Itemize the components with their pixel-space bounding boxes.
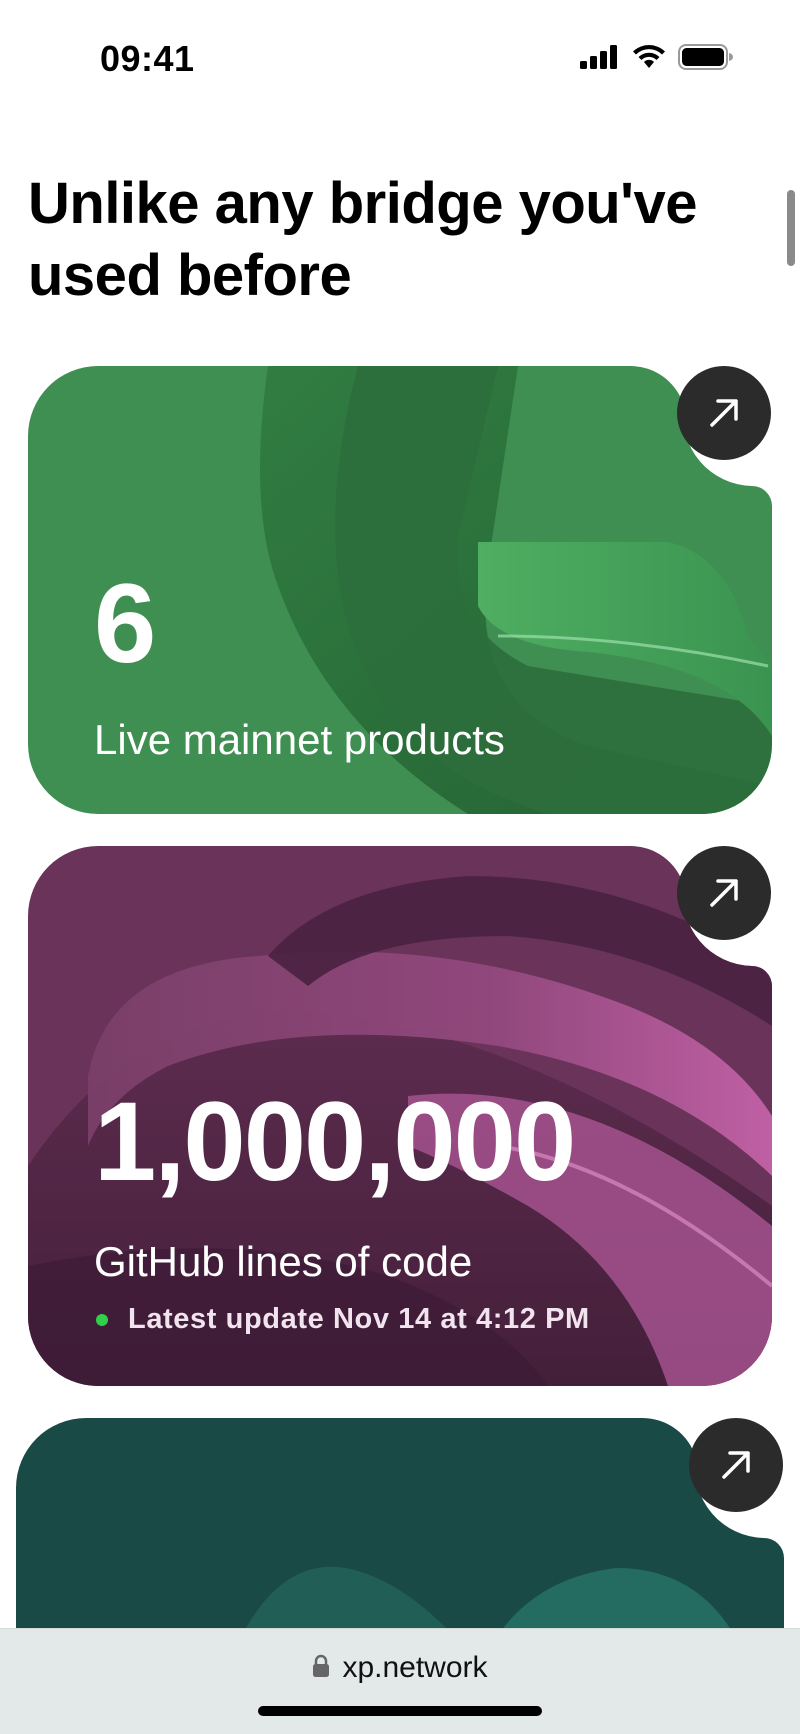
arrow-up-right-icon [722, 1451, 750, 1479]
latest-update-text: Latest update Nov 14 at 4:12 PM [128, 1303, 590, 1335]
card-number: 6 [94, 561, 156, 686]
card-label: GitHub lines of code [94, 1238, 473, 1285]
page-title: Unlike any bridge you've used before [28, 171, 698, 308]
status-bar: 09:41 [0, 0, 800, 110]
lock-icon [312, 1654, 330, 1683]
browser-url-bar[interactable]: xp.network [0, 1628, 800, 1734]
signal-icon [580, 45, 620, 74]
wifi-icon [632, 44, 666, 75]
card-label: Live mainnet products [94, 716, 505, 763]
arrow-up-right-icon [710, 399, 738, 427]
status-time: 09:41 [100, 38, 195, 79]
arrow-up-right-icon [710, 879, 738, 907]
status-icons [580, 44, 734, 75]
card-mainnet-products[interactable]: 6 Live mainnet products [28, 366, 772, 814]
card-background [16, 1418, 784, 1658]
url-content[interactable]: xp.network [0, 1651, 800, 1685]
battery-icon [678, 44, 734, 75]
open-card-button[interactable] [677, 366, 771, 460]
screen: 09:41 Unlike any bridge you've used befo… [0, 0, 800, 1734]
status-dot [96, 1313, 108, 1326]
latest-update-row: Latest update Nov 14 at 4:12 PM [96, 1303, 590, 1336]
url-text: xp.network [342, 1651, 488, 1684]
card-third[interactable] [16, 1418, 784, 1658]
card-number: 1,000,000 [94, 1079, 576, 1204]
open-card-button[interactable] [677, 846, 771, 940]
scroll-indicator[interactable] [787, 190, 795, 266]
open-card-button[interactable] [689, 1418, 783, 1512]
home-indicator[interactable] [258, 1706, 542, 1716]
